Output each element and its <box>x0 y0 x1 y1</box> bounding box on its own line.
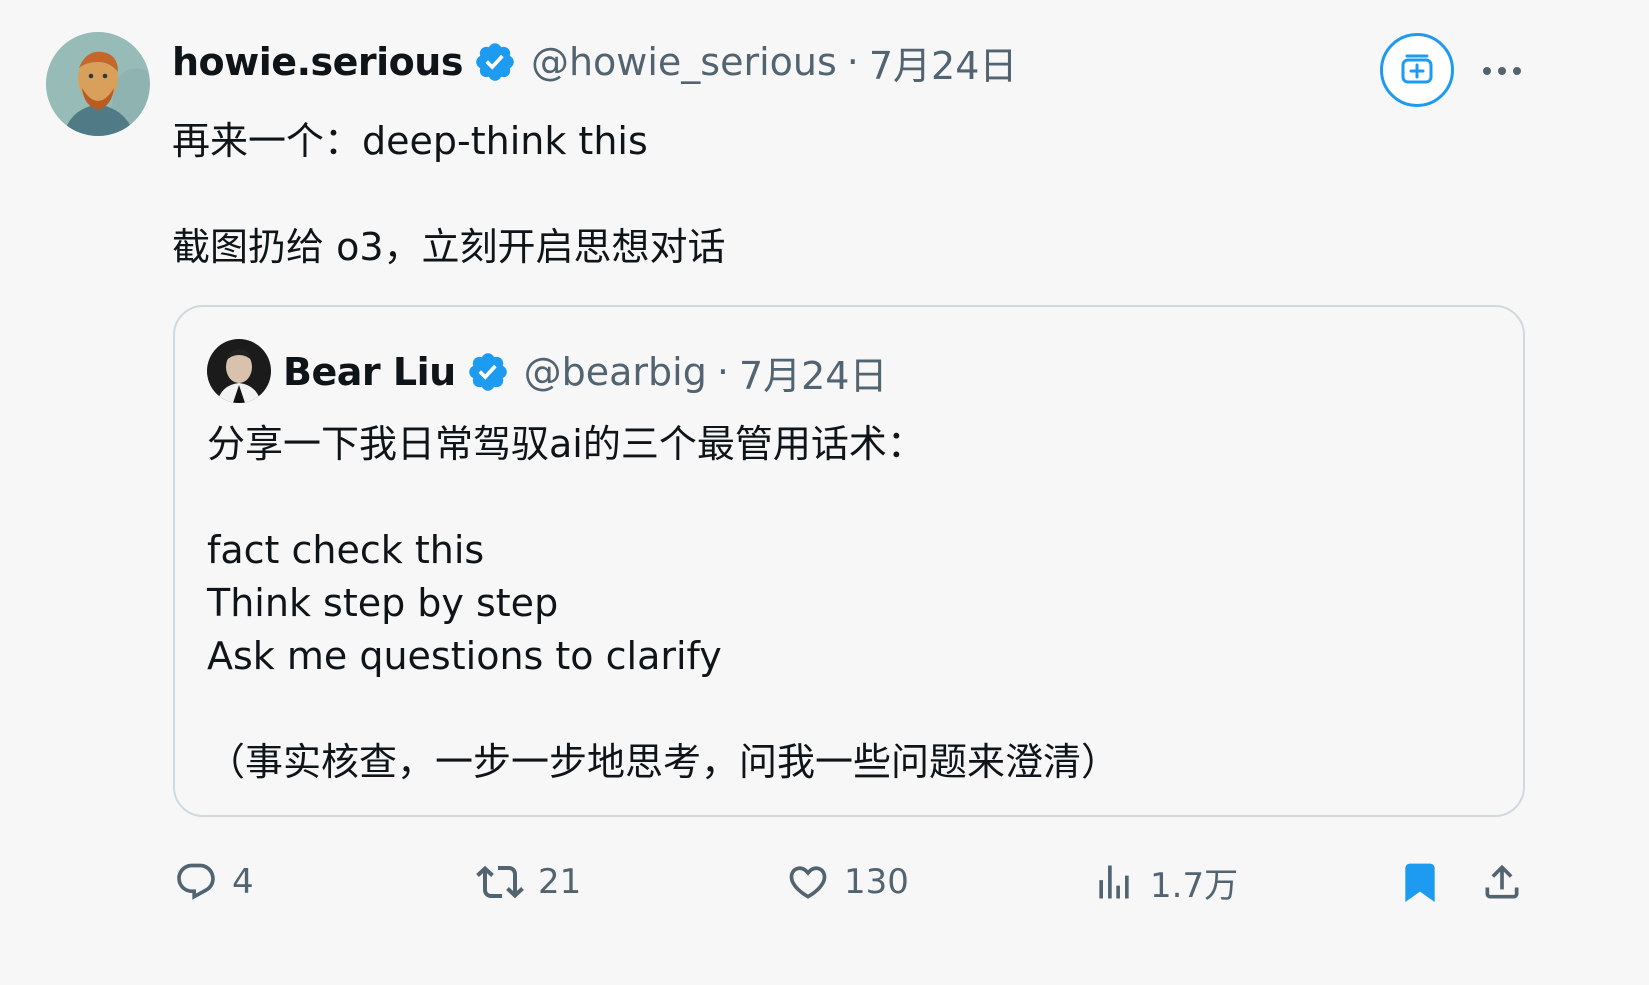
more-options-button[interactable] <box>1478 50 1526 90</box>
heart-icon <box>786 860 830 904</box>
share-icon <box>1480 860 1524 904</box>
retweet-icon <box>476 858 524 906</box>
retweet-button[interactable]: 21 <box>476 850 581 914</box>
tweet-date[interactable]: 7月24日 <box>869 35 1018 90</box>
quoted-author-handle[interactable]: @bearbig <box>524 350 707 394</box>
tweet-header: howie.serious @howie_serious · 7月24日 <box>172 38 1017 88</box>
like-button[interactable]: 130 <box>786 850 909 914</box>
reply-button[interactable]: 4 <box>174 850 254 914</box>
verified-badge-icon <box>466 350 510 394</box>
views-icon <box>1092 860 1136 904</box>
verified-badge-icon <box>473 40 517 84</box>
bookmark-button[interactable] <box>1398 850 1442 914</box>
separator-dot: · <box>846 40 859 84</box>
quoted-text-line: Ask me questions to clarify <box>207 634 722 678</box>
quoted-tweet-header: Bear Liu @bearbig · 7月24日 <box>283 345 888 400</box>
quoted-author-avatar[interactable] <box>207 339 271 403</box>
views-button[interactable]: 1.7万 <box>1092 850 1238 914</box>
author-name[interactable]: howie.serious <box>172 40 463 84</box>
author-avatar[interactable] <box>46 32 150 136</box>
author-handle[interactable]: @howie_serious <box>531 40 837 84</box>
quoted-text-line: 分享一下我日常驾驭ai的三个最管用话术： <box>207 422 925 466</box>
quoted-text-line: fact check this <box>207 528 485 572</box>
quoted-text-line: （事实核查，一步一步地思考，问我一些问题来澄清） <box>207 740 1120 784</box>
bookmark-icon <box>1398 860 1442 904</box>
grok-icon <box>1397 48 1437 92</box>
quoted-author-name[interactable]: Bear Liu <box>283 350 456 394</box>
share-button[interactable] <box>1480 850 1524 914</box>
like-count: 130 <box>844 862 909 902</box>
tweet-text-line: 截图扔给 o3，立刻开启思想对话 <box>172 225 726 269</box>
more-dots-icon <box>1482 61 1522 80</box>
grok-button[interactable] <box>1380 33 1454 107</box>
quoted-tweet[interactable]: Bear Liu @bearbig · 7月24日 分享一下我日常驾驭ai的三个… <box>173 305 1525 817</box>
tweet-card[interactable]: howie.serious @howie_serious · 7月24日 再来一… <box>0 0 1649 985</box>
separator-dot: · <box>716 350 729 394</box>
retweet-count: 21 <box>538 862 582 902</box>
quoted-text-line: Think step by step <box>207 581 559 625</box>
tweet-action-bar: 4 21 130 1.7万 <box>0 850 1649 914</box>
views-count: 1.7万 <box>1150 865 1239 906</box>
reply-count: 4 <box>232 862 254 902</box>
reply-icon <box>174 860 218 904</box>
tweet-text-line: 再来一个：deep-think this <box>172 119 648 163</box>
quoted-tweet-date[interactable]: 7月24日 <box>739 345 888 400</box>
